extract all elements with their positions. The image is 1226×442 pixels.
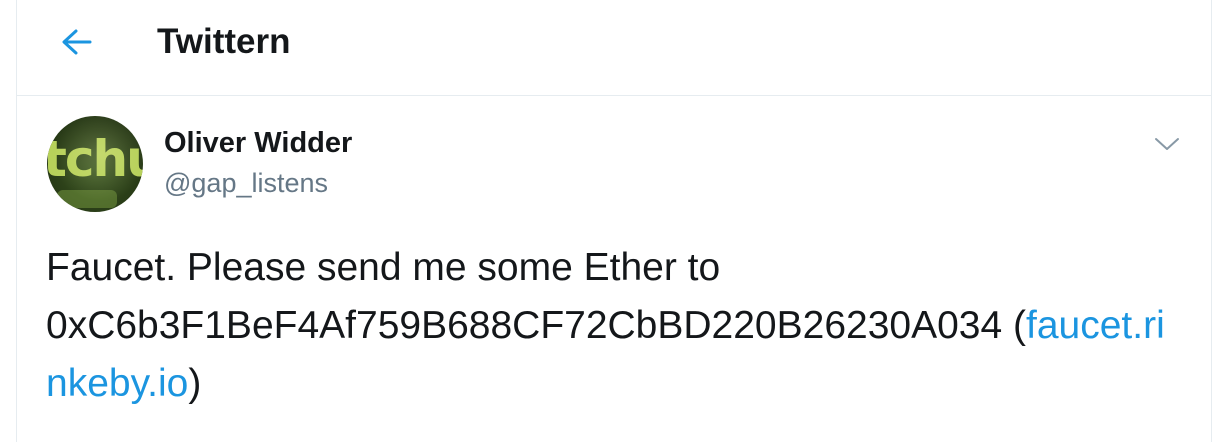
page-header: Twittern	[17, 0, 1211, 96]
author-handle[interactable]: @gap_listens	[164, 166, 328, 200]
avatar[interactable]: tchu	[47, 116, 143, 212]
tweet: tchu Oliver Widder @gap_listens Faucet. …	[17, 96, 1211, 442]
arrow-left-icon	[62, 29, 92, 55]
page-title: Twittern	[157, 22, 291, 61]
tweet-menu-button[interactable]	[1143, 124, 1191, 164]
avatar-glow	[47, 116, 143, 212]
link-open-paren: (	[1002, 304, 1026, 347]
chevron-down-icon	[1155, 138, 1179, 150]
link-close-paren: )	[188, 362, 202, 405]
back-button[interactable]	[45, 14, 109, 70]
author-name[interactable]: Oliver Widder	[164, 126, 352, 160]
tweet-text-line: Faucet. Please send me some Ether to	[46, 246, 721, 289]
tweet-text: Faucet. Please send me some Ether to 0xC…	[46, 239, 1186, 413]
ether-address: 0xC6b3F1BeF4Af759B688CF72CbBD220B26230A0…	[46, 304, 1003, 347]
tweet-page: Twittern tchu Oliver Widder @gap_listens…	[16, 0, 1212, 442]
